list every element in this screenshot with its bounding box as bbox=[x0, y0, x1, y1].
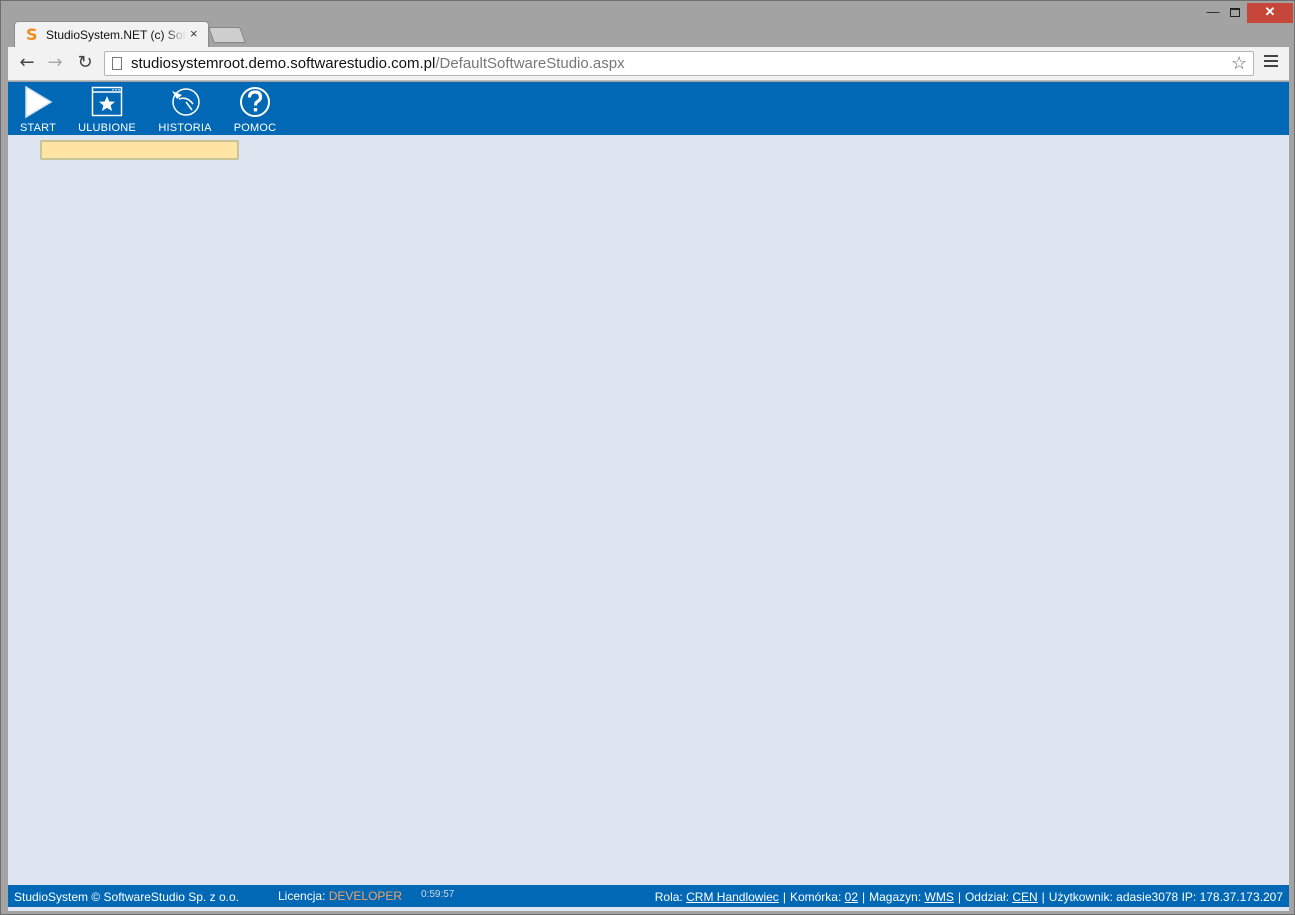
ip-label: IP: bbox=[1181, 890, 1197, 904]
address-bar[interactable]: studiosystemroot.demo.softwarestudio.com… bbox=[104, 51, 1254, 76]
url-text[interactable]: studiosystemroot.demo.softwarestudio.com… bbox=[131, 55, 625, 72]
menu-pomoc-button[interactable]: POMOC bbox=[232, 84, 278, 134]
forward-arrow-icon[interactable]: → bbox=[44, 52, 66, 74]
license-label: Licencja: bbox=[278, 889, 326, 903]
close-window-button[interactable]: ✕ bbox=[1247, 3, 1293, 23]
menu-historia-label: HISTORIA bbox=[158, 122, 212, 134]
copyright-text: StudioSystem © SoftwareStudio Sp. z o.o. bbox=[14, 890, 239, 904]
license-value: DEVELOPER bbox=[328, 889, 403, 903]
cell-link[interactable]: 02 bbox=[845, 890, 858, 904]
role-label: Rola: bbox=[654, 890, 683, 904]
reload-icon[interactable]: ↻ bbox=[74, 52, 96, 74]
license-info: Licencja: DEVELOPER bbox=[278, 889, 402, 903]
separator: | bbox=[957, 890, 961, 904]
role-link[interactable]: CRM Handlowiec bbox=[686, 890, 779, 904]
branch-label: Oddział: bbox=[964, 890, 1009, 904]
menu-start-label: START bbox=[19, 122, 57, 134]
tab-strip: S StudioSystem.NET (c) Software × — ✕ bbox=[1, 1, 1294, 47]
menu-start-button[interactable]: START bbox=[16, 84, 60, 134]
ip-value: 178.37.173.207 bbox=[1199, 890, 1283, 904]
menu-ulubione-label: ULUBIONE bbox=[78, 122, 136, 134]
separator: | bbox=[1041, 890, 1045, 904]
session-timer: 0:59:57 bbox=[421, 889, 455, 900]
tab-title: StudioSystem.NET (c) Software bbox=[46, 28, 186, 42]
play-icon bbox=[25, 85, 53, 119]
separator: | bbox=[862, 890, 866, 904]
status-bar: StudioSystem © SoftwareStudio Sp. z o.o.… bbox=[8, 885, 1289, 907]
browser-toolbar: ← → ↻ studiosystemroot.demo.softwarestud… bbox=[8, 47, 1289, 81]
separator: | bbox=[782, 890, 786, 904]
browser-tab[interactable]: S StudioSystem.NET (c) Software × bbox=[14, 21, 209, 47]
user-label: Użytkownik: bbox=[1048, 890, 1113, 904]
warehouse-link[interactable]: WMS bbox=[925, 890, 954, 904]
studiosystem-logo-icon: S bbox=[26, 25, 38, 44]
app-menu-bar: START ULUBIONE HISTORIA POMOC bbox=[8, 82, 1289, 135]
star-window-icon bbox=[91, 86, 123, 117]
url-path: /DefaultSoftwareStudio.aspx bbox=[435, 55, 625, 72]
new-tab-button[interactable] bbox=[208, 27, 246, 43]
maximize-icon bbox=[1230, 8, 1240, 18]
history-icon bbox=[172, 88, 200, 116]
bookmark-star-icon[interactable]: ☆ bbox=[1231, 53, 1247, 74]
menu-ulubione-button[interactable]: ULUBIONE bbox=[75, 84, 139, 134]
branch-link[interactable]: CEN bbox=[1012, 890, 1037, 904]
context-info: Rola: CRM Handlowiec | Komórka: 02 | Magazyn… bbox=[655, 890, 1283, 904]
tab-close-icon[interactable]: × bbox=[190, 27, 198, 41]
back-arrow-icon[interactable]: ← bbox=[16, 52, 38, 74]
warehouse-label: Magazyn: bbox=[869, 890, 922, 904]
cell-label: Komórka: bbox=[789, 890, 842, 904]
page-icon bbox=[112, 57, 122, 70]
menu-historia-button[interactable]: HISTORIA bbox=[154, 84, 216, 134]
url-host: studiosystemroot.demo.softwarestudio.com… bbox=[131, 55, 436, 72]
browser-menu-icon[interactable] bbox=[1264, 55, 1278, 69]
help-icon bbox=[240, 87, 270, 117]
page-content: START ULUBIONE HISTORIA POMOC StudioSyst… bbox=[8, 82, 1289, 911]
browser-window: S StudioSystem.NET (c) Software × — ✕ ← … bbox=[0, 0, 1295, 915]
menu-pomoc-label: POMOC bbox=[233, 122, 277, 134]
maximize-button[interactable] bbox=[1221, 3, 1249, 23]
user-value: adasie3078 bbox=[1116, 890, 1179, 904]
quick-search-input[interactable] bbox=[40, 140, 239, 160]
